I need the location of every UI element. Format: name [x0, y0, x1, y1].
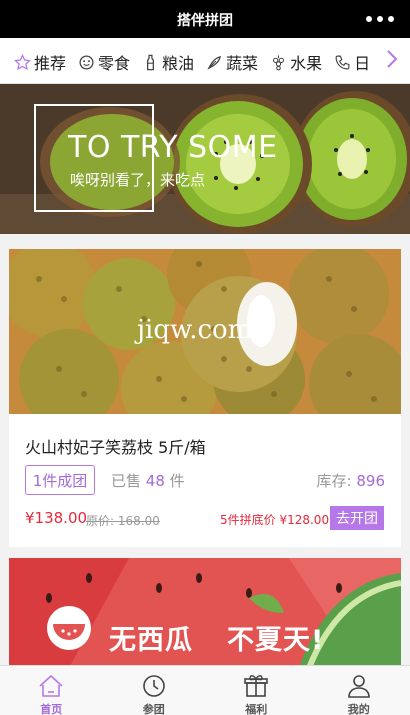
bottom-tab-bar: 首页 参团 福利 我的	[0, 665, 410, 715]
snack-icon	[78, 54, 95, 71]
tab-home[interactable]: 首页	[0, 666, 103, 715]
sold-count: 已售 48 件	[111, 472, 185, 490]
grapes-icon	[270, 54, 287, 71]
group-lowest-price: 5件拼底价 ¥128.00	[220, 513, 330, 527]
user-icon	[345, 672, 373, 700]
watermelon-image	[9, 558, 401, 668]
stock-count: 库存: 896	[316, 472, 385, 490]
star-icon	[14, 53, 31, 71]
current-price: ¥138.00	[25, 509, 88, 527]
tab-label: 首页	[40, 703, 63, 715]
chevron-right-icon	[386, 49, 398, 73]
watermark-text: jiqw.com	[137, 315, 253, 345]
stock-number: 896	[356, 472, 385, 490]
banner-headline: TO TRY SOME	[68, 130, 278, 165]
gift-icon	[242, 672, 270, 700]
category-label: 推荐	[34, 54, 67, 73]
category-label: 零食	[98, 54, 131, 73]
category-bar: 推荐 零食 粮油 蔬菜 水果 日	[0, 38, 410, 84]
tab-welfare[interactable]: 福利	[205, 666, 308, 715]
category-recommend[interactable]: 推荐	[14, 50, 66, 74]
tab-label: 我的	[347, 703, 370, 715]
sold-number: 48	[145, 472, 165, 490]
group-size-badge: 1件成团	[25, 465, 95, 495]
category-fruits[interactable]: 水果	[270, 50, 322, 74]
category-daily[interactable]: 日	[334, 50, 370, 74]
tab-label: 参团	[142, 703, 165, 715]
more-menu-button[interactable]	[366, 16, 394, 22]
category-label: 蔬菜	[226, 54, 259, 73]
vegetable-icon	[206, 54, 223, 71]
phone-icon	[334, 54, 351, 71]
home-icon	[37, 672, 65, 700]
banner-subline: 唉呀别看了，来吃点	[70, 171, 206, 189]
open-group-button[interactable]: 去开团	[330, 506, 384, 530]
watermelon-promo-card[interactable]: 无西瓜 不夏天!	[9, 558, 401, 668]
promo-slogan-part2: 不夏天!	[227, 625, 325, 656]
category-label: 粮油	[162, 54, 195, 73]
category-label: 水果	[290, 54, 323, 73]
product-card[interactable]: jiqw.com 火山村妃子笑荔枝 5斤/箱 1件成团 已售 48 件 库存: …	[9, 249, 401, 547]
app-title: 搭伴拼团	[177, 13, 233, 29]
tab-label: 福利	[245, 703, 268, 715]
lychee-product-image: jiqw.com	[9, 249, 401, 414]
promo-banner[interactable]: TO TRY SOME 唉呀别看了，来吃点	[0, 84, 410, 234]
category-label: 日	[354, 54, 371, 73]
category-grain-oil[interactable]: 粮油	[142, 50, 194, 74]
tab-mine[interactable]: 我的	[308, 666, 410, 715]
category-vegetables[interactable]: 蔬菜	[206, 50, 258, 74]
product-name: 火山村妃子笑荔枝 5斤/箱	[25, 438, 206, 457]
oil-bottle-icon	[142, 54, 159, 71]
category-snacks[interactable]: 零食	[78, 50, 130, 74]
title-bar: 搭伴拼团	[0, 0, 410, 38]
category-scroll-right-button[interactable]	[374, 38, 410, 83]
original-price: 原价: 168.00	[86, 514, 160, 528]
promo-slogan-part1: 无西瓜	[109, 625, 193, 656]
clock-icon	[140, 672, 168, 700]
tab-join-group[interactable]: 参团	[103, 666, 206, 715]
